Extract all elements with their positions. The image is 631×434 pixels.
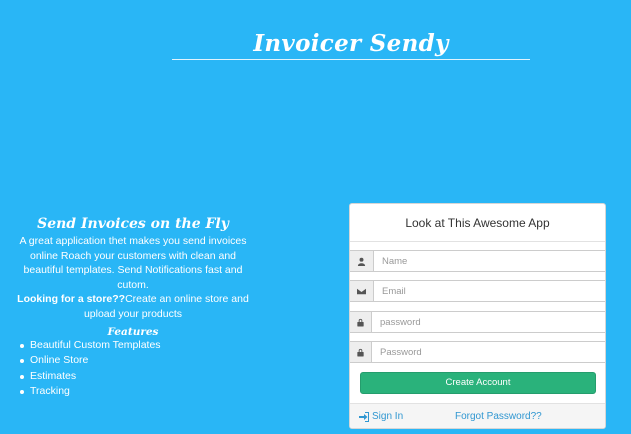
- lock-icon: [350, 342, 372, 362]
- email-field-group: [350, 280, 605, 302]
- brand-divider: [172, 59, 530, 60]
- card-title: Look at This Awesome App: [350, 204, 605, 242]
- hero-title: Send Invoices on the Fly: [37, 216, 229, 232]
- brand-title: Invoicer Sendy: [253, 30, 449, 57]
- email-input[interactable]: [374, 281, 605, 301]
- hero-description-text: A great application thet makes you send …: [19, 235, 247, 291]
- forgot-password-link[interactable]: Forgot Password??: [455, 411, 542, 422]
- lock-icon: [350, 312, 372, 332]
- store-prompt-bold: Looking for a store??: [17, 293, 126, 306]
- feature-item: Online Store: [20, 353, 161, 368]
- sign-in-label: Sign In: [372, 411, 404, 422]
- password-confirm-input[interactable]: [372, 342, 605, 362]
- sign-in-link[interactable]: Sign In: [359, 411, 403, 422]
- password-confirm-field-group: [350, 341, 605, 363]
- user-icon: [350, 251, 374, 271]
- feature-item: Beautiful Custom Templates: [20, 338, 161, 353]
- feature-item: Tracking: [20, 384, 161, 399]
- features-list: Beautiful Custom Templates Online Store …: [20, 338, 161, 399]
- hero-section: Send Invoices on the Fly A great applica…: [10, 216, 256, 338]
- create-account-button[interactable]: Create Account: [360, 372, 596, 394]
- name-field-group: [350, 250, 605, 272]
- hero-description: A great application thet makes you send …: [10, 234, 256, 322]
- card-footer: Sign In Forgot Password??: [350, 403, 605, 428]
- name-input[interactable]: [374, 251, 605, 271]
- sign-in-icon: [359, 411, 369, 422]
- envelope-icon: [350, 281, 374, 301]
- password-input[interactable]: [372, 312, 605, 332]
- page: Invoicer Sendy Send Invoices on the Fly …: [0, 0, 631, 434]
- feature-item: Estimates: [20, 369, 161, 384]
- password-field-group: [350, 311, 605, 333]
- features-title: Features: [107, 325, 159, 338]
- signup-card: Look at This Awesome App Create: [349, 203, 606, 429]
